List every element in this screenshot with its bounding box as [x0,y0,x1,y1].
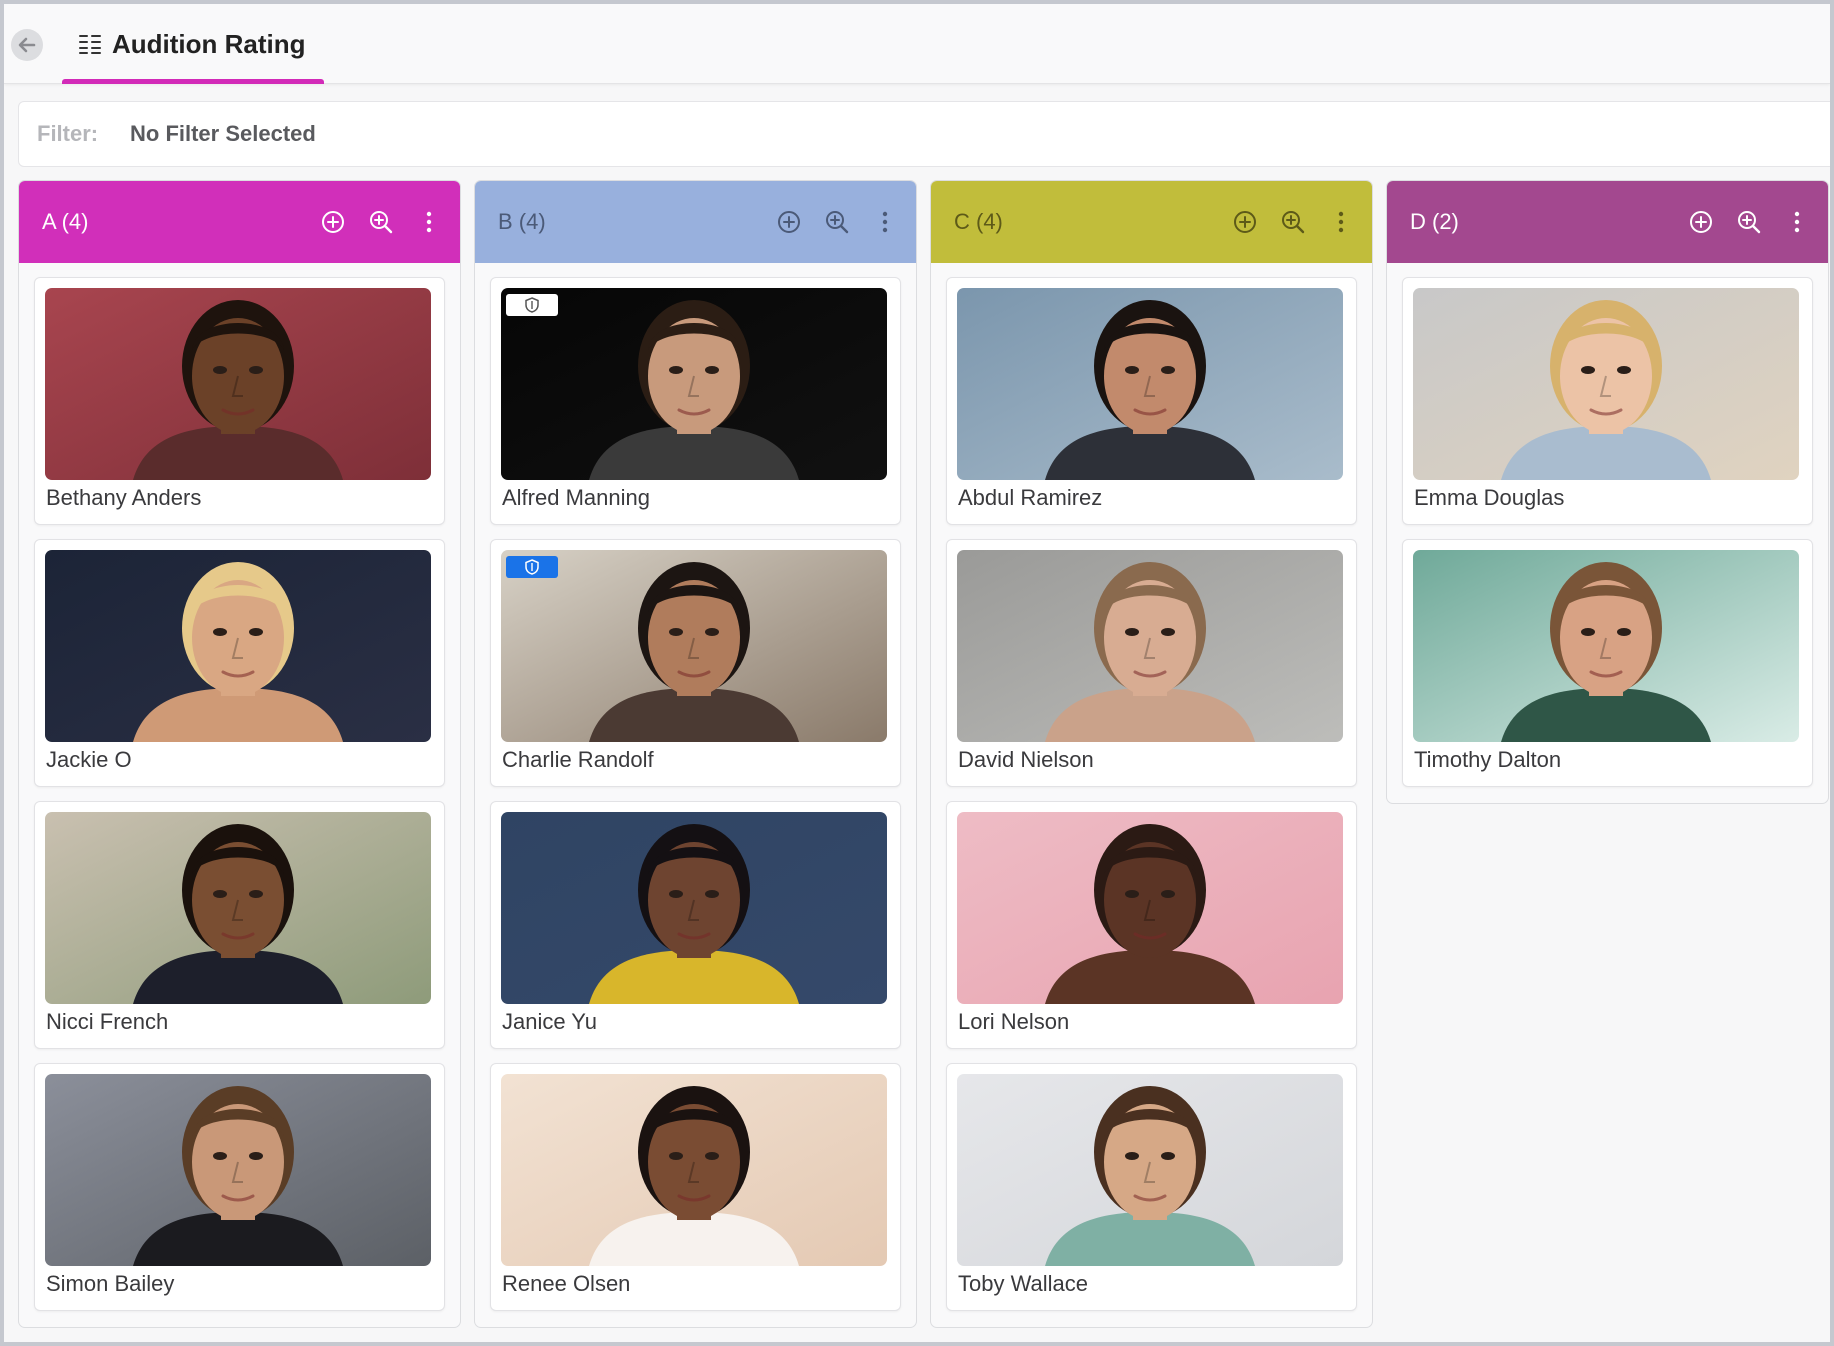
talent-name: Charlie Randolf [502,747,654,772]
headshot-image [501,550,887,742]
add-circle-icon[interactable] [1688,209,1714,235]
arrow-left-icon [18,37,36,53]
shield-icon [525,297,539,313]
headshot-image [501,812,887,1004]
tab-audition-rating[interactable]: Audition Rating [62,4,324,84]
column-title: D (2) [1410,209,1459,234]
column-actions [1688,209,1810,235]
more-vertical-icon[interactable] [872,209,898,235]
talent-name: Toby Wallace [958,1271,1089,1296]
headshot-image [501,288,887,480]
talent-card[interactable]: Alfred Manning [490,277,901,525]
more-vertical-icon[interactable] [1784,209,1810,235]
column-body: Alfred Manning Charlie Randolf Janice Yu [475,263,916,1327]
column-actions [776,209,898,235]
talent-card[interactable]: Timothy Dalton [1402,539,1813,787]
zoom-in-icon[interactable] [1280,209,1306,235]
headshot-image [957,812,1343,1004]
talent-card[interactable]: Abdul Ramirez [946,277,1357,525]
column-body: Emma Douglas Timothy Dalton [1387,263,1828,803]
talent-name: Jackie O [46,747,132,772]
headshot-image [501,1074,887,1266]
add-circle-icon[interactable] [776,209,802,235]
zoom-in-icon[interactable] [824,209,850,235]
talent-card[interactable]: Bethany Anders [34,277,445,525]
talent-card[interactable]: Emma Douglas [1402,277,1813,525]
filter-bar[interactable]: Filter: No Filter Selected [18,101,1830,167]
rating-column-c: C (4) Abdul Ramirez David Nielson Lori N… [930,180,1373,1328]
headshot-image [45,812,431,1004]
add-circle-icon[interactable] [1232,209,1258,235]
add-circle-icon[interactable] [320,209,346,235]
talent-card[interactable]: David Nielson [946,539,1357,787]
headshot-image [45,1074,431,1266]
zoom-in-icon[interactable] [1736,209,1762,235]
talent-name: Nicci French [46,1009,169,1034]
column-header: A (4) [19,181,460,263]
talent-name: Timothy Dalton [1414,747,1562,772]
talent-card[interactable]: Simon Bailey [34,1063,445,1311]
shield-badge [506,294,558,316]
talent-name: Janice Yu [502,1009,598,1034]
headshot-image [45,550,431,742]
talent-card[interactable]: Lori Nelson [946,801,1357,1049]
talent-card[interactable]: Jackie O [34,539,445,787]
talent-card[interactable]: Toby Wallace [946,1063,1357,1311]
app-window: Audition Rating Filter: No Filter Select… [4,4,1830,1342]
column-header: B (4) [475,181,916,263]
talent-name: Emma Douglas [1414,485,1565,510]
top-header: Audition Rating [4,4,1830,84]
back-button[interactable] [11,29,43,61]
talent-name: David Nielson [958,747,1094,772]
talent-name: Renee Olsen [502,1271,631,1296]
filter-value[interactable]: No Filter Selected [130,121,316,147]
talent-name: Lori Nelson [958,1009,1070,1034]
column-body: Bethany Anders Jackie O Nicci French Sim… [19,263,460,1327]
rating-column-b: B (4) Alfred Manning Charlie Randolf Jan… [474,180,917,1328]
rating-column-d: D (2) Emma Douglas Timothy Dalton [1386,180,1829,804]
rating-column-a: A (4) Bethany Anders Jackie O Nicci Fren… [18,180,461,1328]
column-title: B (4) [498,209,546,234]
column-title: A (4) [42,209,89,234]
column-body: Abdul Ramirez David Nielson Lori Nelson [931,263,1372,1327]
headshot-image [1413,288,1799,480]
headshot-image [957,1074,1343,1266]
zoom-in-icon[interactable] [368,209,394,235]
talent-card[interactable]: Nicci French [34,801,445,1049]
column-header: D (2) [1387,181,1828,263]
talent-card[interactable]: Renee Olsen [490,1063,901,1311]
column-actions [1232,209,1354,235]
shield-icon [525,559,539,575]
filter-label: Filter: [37,121,99,146]
shield-badge [506,556,558,578]
more-vertical-icon[interactable] [1328,209,1354,235]
column-title: C (4) [954,209,1003,234]
headshot-image [957,288,1343,480]
active-tab-indicator [62,79,324,84]
headshot-image [957,550,1343,742]
talent-name: Bethany Anders [46,485,202,510]
talent-name: Simon Bailey [46,1271,175,1296]
more-vertical-icon[interactable] [416,209,442,235]
headshot-image [1413,550,1799,742]
talent-card[interactable]: Janice Yu [490,801,901,1049]
talent-card[interactable]: Charlie Randolf [490,539,901,787]
page-title: Audition Rating [112,28,306,59]
talent-name: Abdul Ramirez [958,485,1103,510]
column-header: C (4) [931,181,1372,263]
headshot-image [45,288,431,480]
board-list-icon [79,35,101,54]
column-actions [320,209,442,235]
talent-name: Alfred Manning [502,485,650,510]
